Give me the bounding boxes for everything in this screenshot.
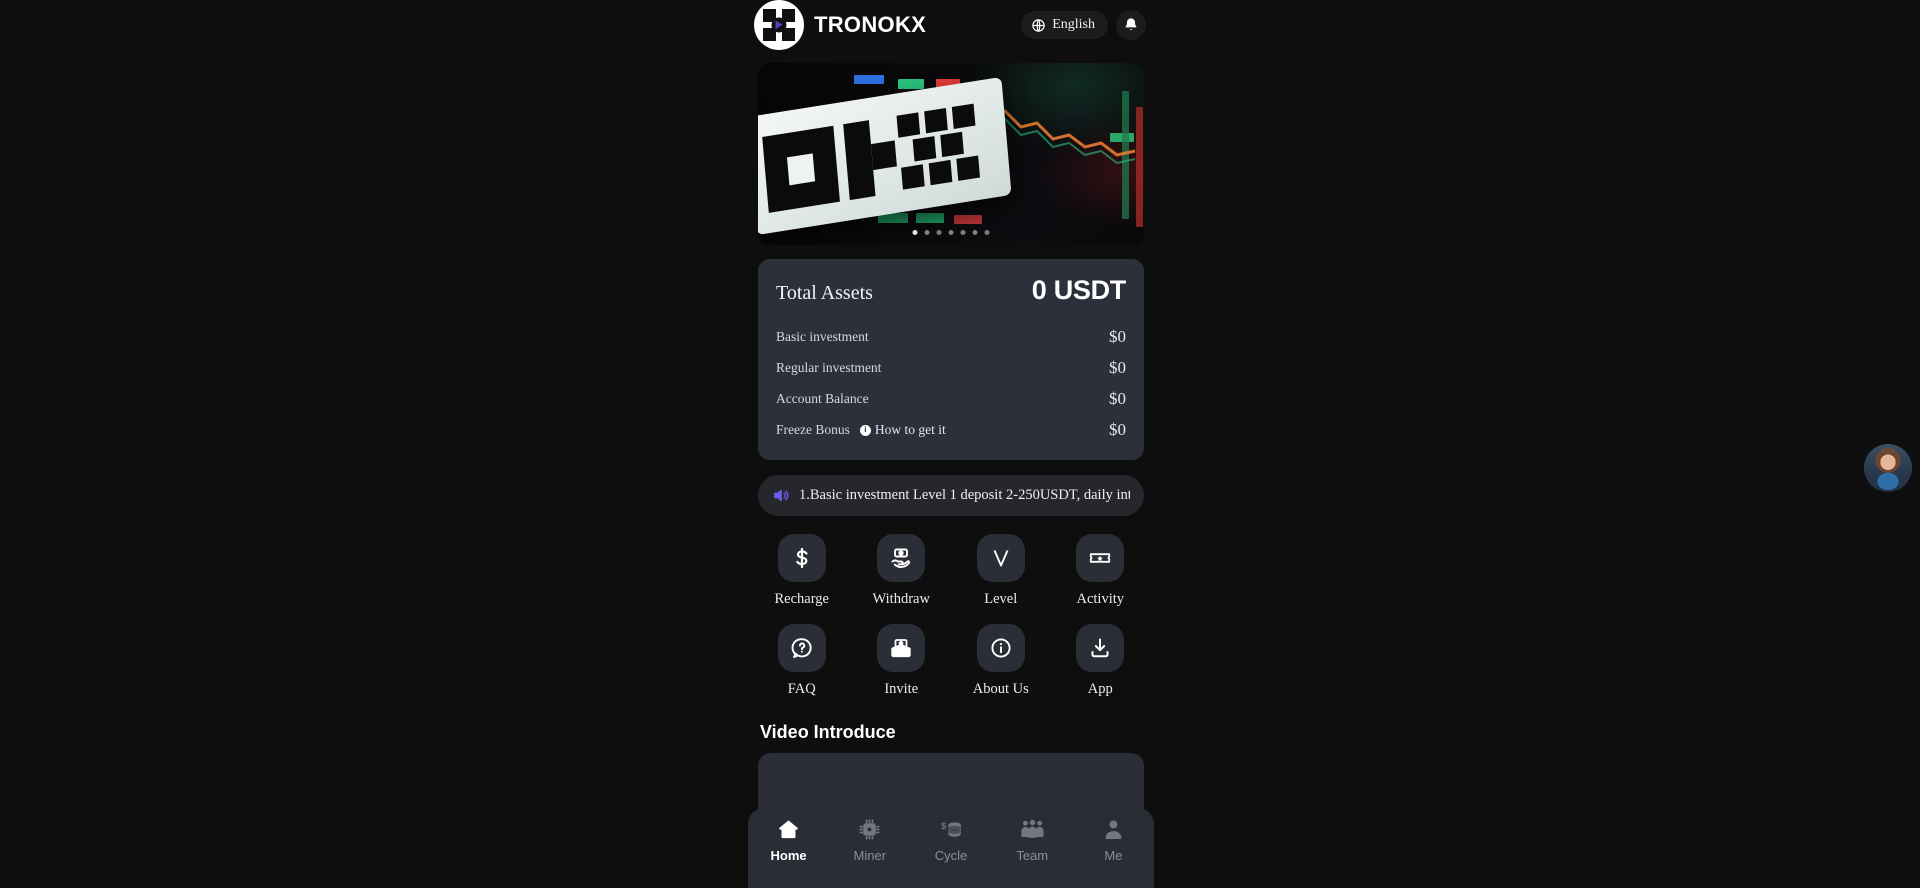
asset-row-label: Basic investment [776, 329, 869, 344]
support-agent-avatar[interactable] [1864, 444, 1912, 492]
asset-row-value: $0 [1109, 389, 1126, 408]
bottom-navigation: Home Miner $ Cycle Team Me [748, 808, 1154, 888]
coins-icon: $ [939, 817, 964, 842]
header-actions: English [1021, 10, 1146, 40]
v-level-icon [976, 534, 1025, 582]
freeze-bonus-row: Freeze Bonus i How to get it $0 [776, 415, 1126, 446]
nav-label: Home [770, 848, 807, 863]
asset-row: Regular investment $0 [776, 353, 1126, 384]
notification-bell-icon [1123, 17, 1139, 33]
total-assets-header: Total Assets 0 USDT [776, 275, 1126, 306]
nav-item-cycle[interactable]: $ Cycle [910, 817, 991, 863]
carousel-dot[interactable] [960, 230, 966, 235]
app-root: TRONOKX English Total Assets 0 USDT Basi… [0, 0, 1920, 888]
freeze-bonus-value: $0 [1109, 420, 1126, 439]
carousel-dot[interactable] [984, 230, 990, 235]
quick-action-label: FAQ [787, 681, 816, 697]
chart-bar [898, 79, 924, 89]
carousel-dot[interactable] [972, 230, 978, 235]
nav-item-home[interactable]: Home [748, 817, 829, 863]
total-assets-label: Total Assets [776, 282, 873, 304]
mobile-viewport: TRONOKX English Total Assets 0 USDT Basi… [748, 0, 1154, 888]
quick-action-label: Recharge [774, 591, 829, 607]
nav-label: Me [1104, 848, 1123, 863]
globe-icon [1031, 18, 1046, 33]
people-icon [1020, 817, 1045, 842]
freeze-bonus-label: Freeze Bonus [776, 422, 850, 437]
question-bubble-icon [777, 624, 826, 672]
total-assets-card: Total Assets 0 USDT Basic investment $0 … [758, 259, 1144, 460]
asset-row: Basic investment $0 [776, 322, 1126, 353]
quick-action-activity[interactable]: Activity [1051, 534, 1151, 608]
dollar-sign-icon [777, 534, 826, 582]
quick-actions-grid: Recharge Withdraw Level Activity FAQ Inv… [752, 534, 1150, 698]
carousel-dots[interactable] [912, 230, 990, 235]
nav-item-team[interactable]: Team [992, 817, 1073, 863]
quick-action-about-us[interactable]: About Us [951, 624, 1051, 698]
speaker-announce-icon [772, 487, 789, 504]
quick-action-app[interactable]: App [1051, 624, 1151, 698]
announcement-text: 1.Basic investment Level 1 deposit 2-250… [799, 487, 1130, 503]
carousel-dot[interactable] [948, 230, 954, 235]
video-section-title: Video Introduce [760, 722, 896, 742]
asset-row-value: $0 [1109, 358, 1126, 377]
quick-action-withdraw[interactable]: Withdraw [852, 534, 952, 608]
app-header: TRONOKX English [748, 0, 1154, 50]
notification-button[interactable] [1116, 10, 1146, 40]
carousel-dot[interactable] [924, 230, 930, 235]
language-label: English [1052, 17, 1095, 32]
brand: TRONOKX [754, 0, 926, 50]
promo-banner-carousel[interactable] [758, 63, 1144, 245]
quick-action-label: Withdraw [872, 591, 930, 607]
nav-item-miner[interactable]: Miner [829, 817, 910, 863]
asset-row-label: Regular investment [776, 360, 882, 375]
announcement-bar[interactable]: 1.Basic investment Level 1 deposit 2-250… [758, 475, 1144, 516]
nav-item-me[interactable]: Me [1073, 817, 1154, 863]
quick-action-label: Invite [884, 681, 919, 697]
quick-action-label: Level [984, 591, 1018, 607]
home-icon [776, 817, 801, 842]
nav-label: Miner [853, 848, 887, 863]
tronokx-logo-icon [754, 0, 804, 50]
ticket-star-icon [1076, 534, 1125, 582]
chart-bar [954, 215, 982, 224]
download-icon [1076, 624, 1125, 672]
asset-row: Account Balance $0 [776, 384, 1126, 415]
language-selector[interactable]: English [1021, 11, 1108, 39]
asset-row-value: $0 [1109, 327, 1126, 346]
person-icon [1101, 817, 1126, 842]
nav-label: Cycle [934, 848, 968, 863]
quick-action-label: About Us [972, 681, 1029, 697]
asset-row-label: Account Balance [776, 391, 869, 406]
quick-action-level[interactable]: Level [951, 534, 1051, 608]
envelope-invite-icon [877, 624, 926, 672]
total-assets-value: 0 USDT [1031, 275, 1127, 305]
nav-label: Team [1016, 848, 1049, 863]
quick-action-invite[interactable]: Invite [852, 624, 952, 698]
chart-bar [916, 213, 944, 223]
quick-action-recharge[interactable]: Recharge [752, 534, 852, 608]
carousel-dot[interactable] [912, 230, 918, 235]
quick-action-label: App [1087, 681, 1113, 697]
quick-action-faq[interactable]: FAQ [752, 624, 852, 698]
info-circle-icon[interactable]: i [859, 424, 871, 436]
chip-icon [857, 817, 882, 842]
quick-action-label: Activity [1076, 591, 1125, 607]
hand-money-icon [877, 534, 926, 582]
brand-name: TRONOKX [814, 12, 927, 37]
carousel-dot[interactable] [936, 230, 942, 235]
chart-bar [854, 75, 884, 84]
how-to-get-it-link[interactable]: How to get it [875, 422, 946, 438]
svg-text:$: $ [941, 821, 947, 831]
info-circle-icon [976, 624, 1025, 672]
